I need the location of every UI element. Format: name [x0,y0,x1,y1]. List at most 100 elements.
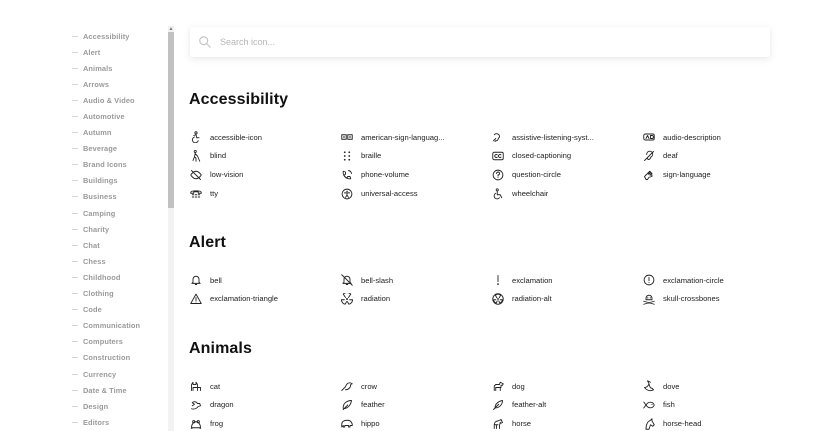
icon-name-label: exclamation-circle [663,275,724,285]
sidebar-item-label: Communication [83,321,141,331]
icon-tile-deaf[interactable]: deaf [642,149,793,163]
low-vision-icon [189,168,203,182]
bullet-dash [72,212,78,214]
icon-tile-feather-alt[interactable]: feather-alt [491,398,642,412]
bullet-dash [72,373,78,375]
icon-tile-radiation[interactable]: radiation [340,292,491,306]
icon-tile-dog[interactable]: dog [491,379,642,393]
icon-name-label: assistive-listening-syst... [512,132,594,142]
icon-tile-exclamation[interactable]: exclamation [491,273,642,287]
icon-tile-radiation-alt[interactable]: radiation-alt [491,292,642,306]
icon-tile-feather[interactable]: feather [340,398,491,412]
horse-icon [491,417,505,431]
category-sidebar: Accessibility Alert Animals Arrows Audio & V… [0,0,168,431]
sidebar-item-date-time[interactable]: Date & Time [0,382,168,398]
wheelchair-icon [491,187,505,201]
sidebar-item-label: Alert [83,47,101,57]
hippo-icon [340,417,354,431]
icon-tile-fish[interactable]: fish [642,398,793,412]
scrollbar-thumb[interactable] [168,32,174,208]
sidebar-item-beverage[interactable]: Beverage [0,141,168,157]
icon-name-label: bell [210,275,222,285]
section-title: Accessibility [189,91,289,108]
icon-grid: cat crow dog dove dragon feather feather-alt fi… [189,379,819,431]
icon-tile-horse[interactable]: horse [491,417,642,431]
sidebar-item-currency[interactable]: Currency [0,366,168,382]
sidebar-item-audio-video[interactable]: Audio & Video [0,92,168,108]
icon-tile-wheelchair[interactable]: wheelchair [491,187,642,201]
sidebar-item-label: Autumn [83,128,112,138]
icon-tile-accessible-icon[interactable]: accessible-icon [189,130,340,144]
sidebar-item-accessibility[interactable]: Accessibility [0,28,168,44]
icon-name-label: feather-alt [512,400,547,410]
audio-description-icon [642,130,656,144]
sidebar-item-animals[interactable]: Animals [0,60,168,76]
sidebar-item-charity[interactable]: Charity [0,221,168,237]
sidebar-item-business[interactable]: Business [0,189,168,205]
icon-tile-hippo[interactable]: hippo [340,417,491,431]
sidebar-item-childhood[interactable]: Childhood [0,269,168,285]
sidebar-item-editors[interactable]: Editors [0,414,168,430]
icon-tile-exclamation-triangle[interactable]: exclamation-triangle [189,292,340,306]
icon-tile-braille[interactable]: braille [340,149,491,163]
sidebar-item-brand-icons[interactable]: Brand Icons [0,157,168,173]
section-title: Animals [189,340,252,357]
icon-tile-frog[interactable]: frog [189,417,340,431]
bullet-dash [72,35,78,37]
sidebar-item-chess[interactable]: Chess [0,253,168,269]
icon-tile-skull-crossbones[interactable]: skull-crossbones [642,292,793,306]
icon-tile-low-vision[interactable]: low-vision [189,168,340,182]
icon-tile-audio-description[interactable]: audio-description [642,130,793,144]
icon-tile-assistive-listening-syst[interactable]: assistive-listening-syst... [491,130,642,144]
icon-name-label: cat [210,381,221,391]
icon-name-label: phone-volume [361,170,410,180]
icon-tile-american-sign-languag[interactable]: american-sign-languag... [340,130,491,144]
sidebar-item-chat[interactable]: Chat [0,237,168,253]
icon-tile-universal-access[interactable]: universal-access [340,187,491,201]
dove-icon [642,379,656,393]
sidebar-item-automotive[interactable]: Automotive [0,108,168,124]
sidebar-item-clothing[interactable]: Clothing [0,286,168,302]
feather-icon [340,398,354,412]
category-list: Accessibility Alert Animals Arrows Audio & V… [0,0,168,430]
sidebar-item-label: Buildings [83,176,118,186]
icon-tile-tty[interactable]: tty [189,187,340,201]
sidebar-item-label: Charity [83,224,110,234]
icon-tile-horse-head[interactable]: horse-head [642,417,793,431]
sidebar-item-arrows[interactable]: Arrows [0,76,168,92]
sidebar-item-autumn[interactable]: Autumn [0,125,168,141]
bullet-dash [72,276,78,278]
icon-tile-crow[interactable]: crow [340,379,491,393]
sidebar-item-communication[interactable]: Communication [0,318,168,334]
sidebar-item-label: Camping [83,208,116,218]
search-input[interactable] [220,33,740,51]
frog-icon [189,417,203,431]
icon-tile-blind[interactable]: blind [189,149,340,163]
sidebar-item-code[interactable]: Code [0,302,168,318]
sidebar-item-design[interactable]: Design [0,398,168,414]
tty-icon [189,187,203,201]
icon-tile-bell-slash[interactable]: bell-slash [340,273,491,287]
icon-name-label: crow [361,381,378,391]
icon-tile-phone-volume[interactable]: phone-volume [340,168,491,182]
icon-tile-dove[interactable]: dove [642,379,793,393]
phone-volume-icon [340,168,354,182]
bullet-dash [72,83,78,85]
section-animals: Animals cat crow dog dove dragon feather feath… [189,340,819,431]
icon-tile-dragon[interactable]: dragon [189,398,340,412]
sidebar-item-buildings[interactable]: Buildings [0,173,168,189]
sidebar-item-construction[interactable]: Construction [0,350,168,366]
icon-tile-bell[interactable]: bell [189,273,340,287]
icon-tile-question-circle[interactable]: question-circle [491,168,642,182]
dragon-icon [189,398,203,412]
sidebar-item-alert[interactable]: Alert [0,44,168,60]
bullet-dash [72,164,78,166]
icon-tile-exclamation-circle[interactable]: exclamation-circle [642,273,793,287]
icon-tile-sign-language[interactable]: sign-language [642,168,793,182]
icon-tile-closed-captioning[interactable]: closed-captioning [491,149,642,163]
icon-name-label: radiation [361,294,391,304]
sidebar-item-camping[interactable]: Camping [0,205,168,221]
sidebar-item-computers[interactable]: Computers [0,334,168,350]
sidebar-scrollbar[interactable]: ▲ [168,26,174,431]
icon-tile-cat[interactable]: cat [189,379,340,393]
